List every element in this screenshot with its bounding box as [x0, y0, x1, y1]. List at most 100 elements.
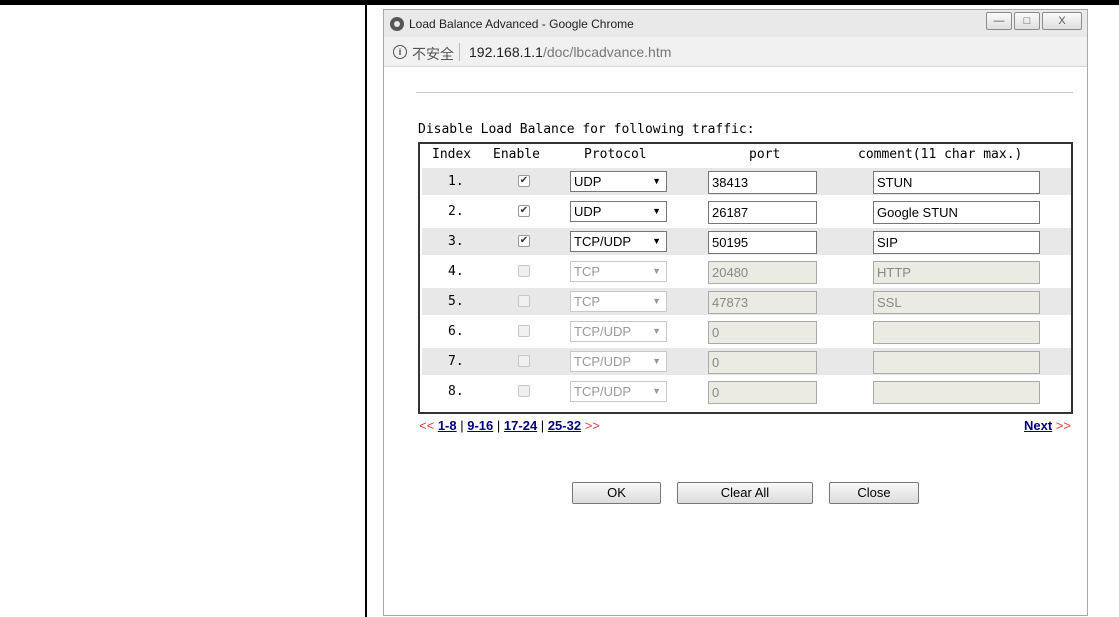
page-top-rule [0, 0, 1119, 5]
protocol-value: TCP/UDP [574, 324, 632, 339]
close-button[interactable]: Close [829, 482, 919, 504]
table-row: 3. ✔ TCP/UDP ▼ 50195 SIP [422, 228, 1071, 255]
row-index: 3. [448, 234, 464, 249]
page-vertical-rule [365, 5, 367, 617]
row-index: 8. [448, 384, 464, 399]
enable-checkbox[interactable] [518, 295, 530, 307]
table-row: 2. ✔ UDP ▼ 26187 Google STUN [422, 198, 1071, 225]
address-separator [459, 43, 460, 61]
page-link-1-8[interactable]: 1-8 [438, 418, 457, 433]
chevron-down-icon: ▼ [652, 176, 661, 186]
port-input: 0 [708, 351, 817, 374]
chevron-down-icon: ▼ [652, 296, 661, 306]
traffic-table: Index Enable Protocol port comment(11 ch… [418, 142, 1073, 414]
port-input[interactable]: 50195 [708, 231, 817, 254]
protocol-value: UDP [574, 174, 602, 189]
header-protocol: Protocol [584, 147, 647, 162]
enable-checkbox[interactable] [518, 385, 530, 397]
comment-input[interactable]: STUN [873, 171, 1040, 194]
protocol-value: TCP/UDP [574, 384, 632, 399]
chevron-down-icon: ▼ [652, 326, 661, 336]
title-bar: Load Balance Advanced - Google Chrome — … [384, 10, 1087, 37]
row-index: 4. [448, 264, 464, 279]
enable-checkbox[interactable]: ✔ [518, 205, 530, 217]
chrome-icon [390, 17, 404, 31]
enable-checkbox[interactable] [518, 355, 530, 367]
next-arrows: >> [1055, 418, 1071, 433]
row-index: 2. [448, 204, 464, 219]
port-input[interactable]: 38413 [708, 171, 817, 194]
protocol-select[interactable]: UDP ▼ [570, 201, 667, 222]
table-row: 4. TCP ▼ 20480 HTTP [422, 258, 1071, 285]
chevron-down-icon: ▼ [652, 386, 661, 396]
protocol-value: TCP [574, 294, 600, 309]
prev-marker: << [419, 418, 435, 433]
protocol-select: TCP/UDP ▼ [570, 321, 667, 342]
header-port: port [749, 147, 781, 162]
protocol-value: TCP/UDP [574, 354, 632, 369]
section-title: Disable Load Balance for following traff… [418, 122, 755, 137]
protocol-value: TCP/UDP [574, 234, 632, 249]
protocol-value: UDP [574, 204, 602, 219]
maximize-button[interactable]: □ [1014, 12, 1040, 30]
comment-input: HTTP [873, 261, 1040, 284]
chevron-down-icon: ▼ [652, 206, 661, 216]
row-index: 7. [448, 354, 464, 369]
comment-input [873, 321, 1040, 344]
comment-input[interactable]: Google STUN [873, 201, 1040, 224]
port-input: 20480 [708, 261, 817, 284]
row-index: 5. [448, 294, 464, 309]
page-content: Disable Load Balance for following traff… [384, 67, 1087, 615]
checkmark-icon: ✔ [519, 235, 529, 246]
chevron-down-icon: ▼ [652, 356, 661, 366]
next-link[interactable]: Next [1024, 418, 1052, 433]
protocol-value: TCP [574, 264, 600, 279]
header-enable: Enable [493, 147, 540, 162]
table-row: 8. TCP/UDP ▼ 0 [422, 378, 1071, 405]
ok-button[interactable]: OK [572, 482, 661, 504]
port-input: 47873 [708, 291, 817, 314]
divider [416, 92, 1073, 93]
browser-window: Load Balance Advanced - Google Chrome — … [383, 9, 1088, 616]
pagination: << 1-8 | 9-16 | 17-24 | 25-32 >> [419, 418, 600, 433]
checkmark-icon: ✔ [519, 175, 529, 186]
info-icon[interactable]: i [393, 45, 407, 59]
row-index: 1. [448, 174, 464, 189]
minimize-button[interactable]: — [986, 12, 1012, 30]
url-host: 192.168.1.1 [469, 44, 543, 60]
page-separator: | [496, 418, 501, 433]
close-window-button[interactable]: X [1042, 12, 1082, 30]
comment-input[interactable]: SIP [873, 231, 1040, 254]
page-separator: | [540, 418, 545, 433]
clear-all-button[interactable]: Clear All [677, 482, 813, 504]
table-row: 5. TCP ▼ 47873 SSL [422, 288, 1071, 315]
protocol-select[interactable]: TCP/UDP ▼ [570, 231, 667, 252]
protocol-select: TCP/UDP ▼ [570, 351, 667, 372]
header-index: Index [432, 147, 472, 162]
protocol-select: TCP/UDP ▼ [570, 381, 667, 402]
header-comment: comment(11 char max.) [858, 147, 1023, 162]
page-link-9-16[interactable]: 9-16 [467, 418, 493, 433]
window-controls: — □ X [984, 12, 1082, 30]
enable-checkbox[interactable] [518, 325, 530, 337]
table-row: 6. TCP/UDP ▼ 0 [422, 318, 1071, 345]
port-input: 0 [708, 381, 817, 404]
chevron-down-icon: ▼ [652, 266, 661, 276]
protocol-select: TCP ▼ [570, 291, 667, 312]
enable-checkbox[interactable] [518, 265, 530, 277]
enable-checkbox[interactable]: ✔ [518, 235, 530, 247]
protocol-select: TCP ▼ [570, 261, 667, 282]
port-input: 0 [708, 321, 817, 344]
protocol-select[interactable]: UDP ▼ [570, 171, 667, 192]
row-index: 6. [448, 324, 464, 339]
port-input[interactable]: 26187 [708, 201, 817, 224]
address-bar[interactable]: i 不安全 192.168.1.1/doc/lbcadvance.htm [384, 37, 1087, 67]
url-path: /doc/lbcadvance.htm [542, 44, 672, 60]
page-link-25-32[interactable]: 25-32 [548, 418, 581, 433]
enable-checkbox[interactable]: ✔ [518, 175, 530, 187]
url-text[interactable]: 192.168.1.1/doc/lbcadvance.htm [469, 44, 671, 60]
window-title: Load Balance Advanced - Google Chrome [409, 17, 634, 31]
comment-input: SSL [873, 291, 1040, 314]
page-link-17-24[interactable]: 17-24 [504, 418, 537, 433]
chevron-down-icon: ▼ [652, 236, 661, 246]
